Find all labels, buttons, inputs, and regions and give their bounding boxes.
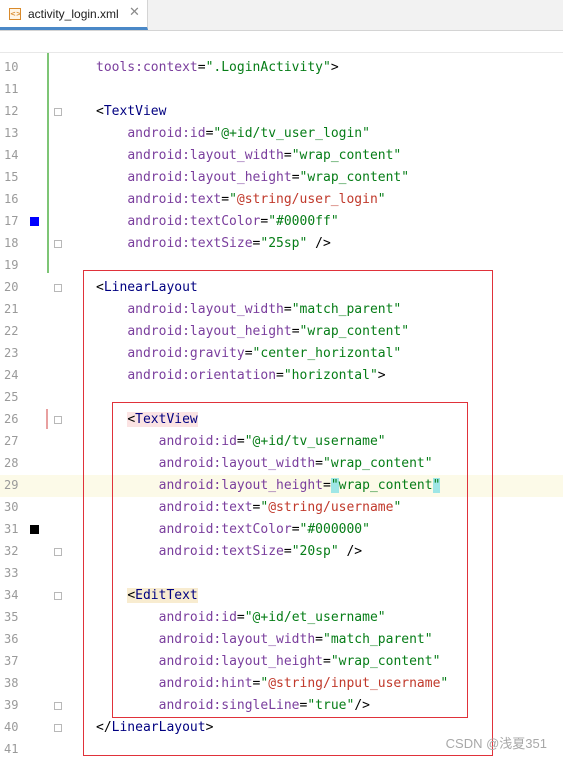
code-text: android:id="@+id/tv_user_login" (96, 126, 370, 141)
line-number: 36 (4, 632, 19, 646)
tab-activity-login[interactable]: <> activity_login.xml ✕ (0, 0, 148, 30)
code-token: "25sp" (260, 236, 308, 251)
line-number: 12 (4, 104, 19, 118)
code-line[interactable]: 12 <TextView (0, 101, 563, 123)
code-token: = (221, 192, 230, 207)
code-token: = (283, 148, 292, 163)
code-line[interactable]: 13 android:id="@+id/tv_user_login" (0, 123, 563, 145)
fold-icon[interactable] (54, 592, 62, 600)
line-number: 34 (4, 588, 19, 602)
code-token: android:layout_height (127, 170, 292, 185)
code-token: ".LoginActivity" (205, 60, 331, 75)
code-token: "#0000ff" (268, 214, 339, 229)
code-line[interactable]: 14 android:layout_width="wrap_content" (0, 145, 563, 167)
fold-icon[interactable] (54, 702, 62, 710)
line-number: 25 (4, 390, 19, 404)
line-number: 19 (4, 258, 19, 272)
code-token: < (96, 104, 104, 119)
line-number: 14 (4, 148, 19, 162)
code-line[interactable]: 10 tools:context=".LoginActivity"> (0, 57, 563, 79)
fold-icon[interactable] (54, 240, 62, 248)
code-token: android:id (127, 126, 206, 141)
line-number: 37 (4, 654, 19, 668)
line-number: 15 (4, 170, 19, 184)
line-number: 26 (4, 412, 19, 426)
code-text: android:text="@string/user_login" (96, 192, 386, 207)
line-number: 23 (4, 346, 19, 360)
fold-icon[interactable] (54, 284, 62, 292)
code-line[interactable]: 18 android:textSize="25sp" /> (0, 233, 563, 255)
tab-label: activity_login.xml (28, 7, 119, 21)
editor-tab-bar: <> activity_login.xml ✕ (0, 0, 563, 31)
code-line[interactable]: 17 android:textColor="#0000ff" (0, 211, 563, 233)
line-number: 27 (4, 434, 19, 448)
fold-icon[interactable] (54, 108, 62, 116)
color-swatch-icon[interactable] (30, 217, 39, 226)
fold-icon[interactable] (54, 548, 62, 556)
code-token: " (229, 192, 237, 207)
line-number: 28 (4, 456, 19, 470)
code-token: "@+id/tv_user_login" (213, 126, 370, 141)
breadcrumb-strip (0, 31, 563, 53)
code-token: = (197, 60, 206, 75)
line-number: 18 (4, 236, 19, 250)
line-number: 40 (4, 720, 19, 734)
code-token: "wrap_content" (291, 148, 402, 163)
code-token: @string/user_login (236, 192, 378, 207)
code-line[interactable]: 16 android:text="@string/user_login" (0, 189, 563, 211)
code-token: > (330, 60, 339, 75)
line-number: 39 (4, 698, 19, 712)
line-number: 38 (4, 676, 19, 690)
code-token: /> (307, 236, 331, 251)
code-text: android:layout_width="wrap_content" (96, 148, 401, 163)
code-token: android:text (127, 192, 222, 207)
line-number: 21 (4, 302, 19, 316)
line-number: 30 (4, 500, 19, 514)
line-number: 13 (4, 126, 19, 140)
line-number: 10 (4, 60, 19, 74)
code-text: android:textSize="25sp" /> (96, 236, 331, 251)
color-swatch-icon[interactable] (30, 525, 39, 534)
line-number: 32 (4, 544, 19, 558)
code-token: TextView (103, 104, 167, 119)
fold-icon[interactable] (54, 724, 62, 732)
line-number: 35 (4, 610, 19, 624)
xml-file-icon: <> (9, 8, 22, 20)
line-number: 16 (4, 192, 19, 206)
fold-icon[interactable] (54, 416, 62, 424)
code-token: android:textColor (127, 214, 261, 229)
code-text: <TextView (96, 104, 166, 119)
code-token: android:textSize (127, 236, 253, 251)
code-text: android:textColor="#0000ff" (96, 214, 339, 229)
code-token: "wrap_content" (299, 170, 410, 185)
line-number: 11 (4, 82, 19, 96)
line-number: 20 (4, 280, 19, 294)
code-token: android:layout_width (127, 148, 284, 163)
line-number: 24 (4, 368, 19, 382)
code-line[interactable]: 11 (0, 79, 563, 101)
code-text: tools:context=".LoginActivity"> (96, 60, 339, 75)
annotation-box-children (112, 402, 468, 718)
line-number: 41 (4, 742, 19, 756)
code-line[interactable]: 15 android:layout_height="wrap_content" (0, 167, 563, 189)
code-token: " (377, 192, 386, 207)
close-icon[interactable]: ✕ (129, 5, 140, 20)
line-number: 33 (4, 566, 19, 580)
line-number: 29 (4, 478, 19, 492)
code-token: = (291, 170, 300, 185)
line-number: 22 (4, 324, 19, 338)
code-token: tools:context (96, 60, 198, 75)
code-text: android:layout_height="wrap_content" (96, 170, 409, 185)
watermark: CSDN @浅夏351 (445, 736, 547, 751)
